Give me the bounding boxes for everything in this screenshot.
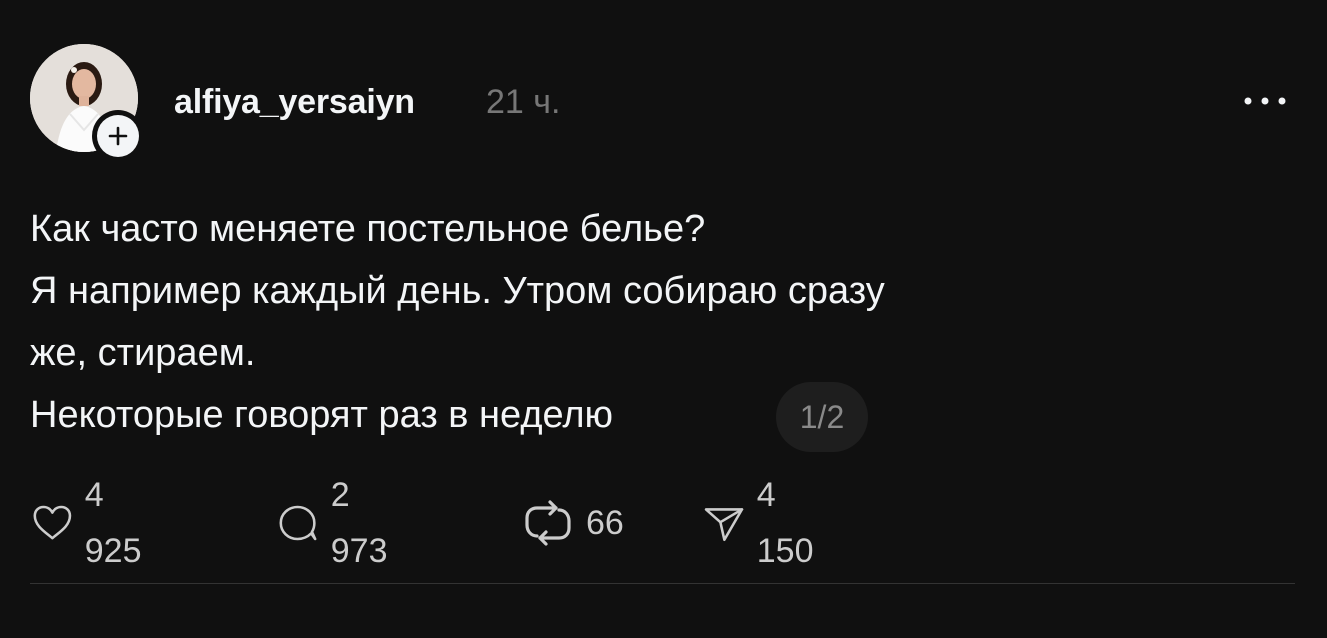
repost-icon (525, 500, 571, 546)
post-text: Как часто меняете постельное белье? Я на… (30, 198, 1080, 446)
post-timestamp[interactable]: 21 ч. (486, 82, 560, 122)
repost-button[interactable]: 66 (520, 495, 624, 551)
share-count: 4 150 (756, 476, 814, 570)
post-text-line: Как часто меняете постельное белье? (30, 208, 706, 250)
ellipsis-icon (1244, 97, 1286, 105)
plus-icon (108, 126, 128, 146)
post-text-line: Некоторые говорят раз в неделю (30, 394, 614, 436)
post-text-line: же, стираем. (30, 332, 256, 374)
page-indicator-button[interactable]: 1/2 (776, 382, 868, 452)
post-text-line: Я например каждый день. Утром собираю ср… (30, 270, 885, 312)
like-count: 4 925 (84, 476, 142, 570)
post-divider (30, 583, 1295, 584)
heart-icon (33, 505, 72, 540)
comment-button[interactable]: 2 973 (276, 476, 399, 570)
follow-button[interactable] (92, 110, 144, 162)
like-button[interactable]: 4 925 (30, 476, 153, 570)
follow-badge-inner (97, 115, 139, 157)
repost-count: 66 (586, 504, 624, 542)
send-icon (704, 508, 744, 542)
comment-count: 2 973 (330, 476, 388, 570)
more-options-button[interactable] (1240, 86, 1290, 116)
share-button[interactable]: 4 150 (702, 476, 825, 570)
username-link[interactable]: alfiya_yersaiyn (174, 82, 415, 122)
avatar-container[interactable] (30, 44, 144, 162)
thread-post: alfiya_yersaiyn 21 ч. Как часто меняете … (0, 0, 1327, 638)
comment-icon (279, 505, 317, 541)
